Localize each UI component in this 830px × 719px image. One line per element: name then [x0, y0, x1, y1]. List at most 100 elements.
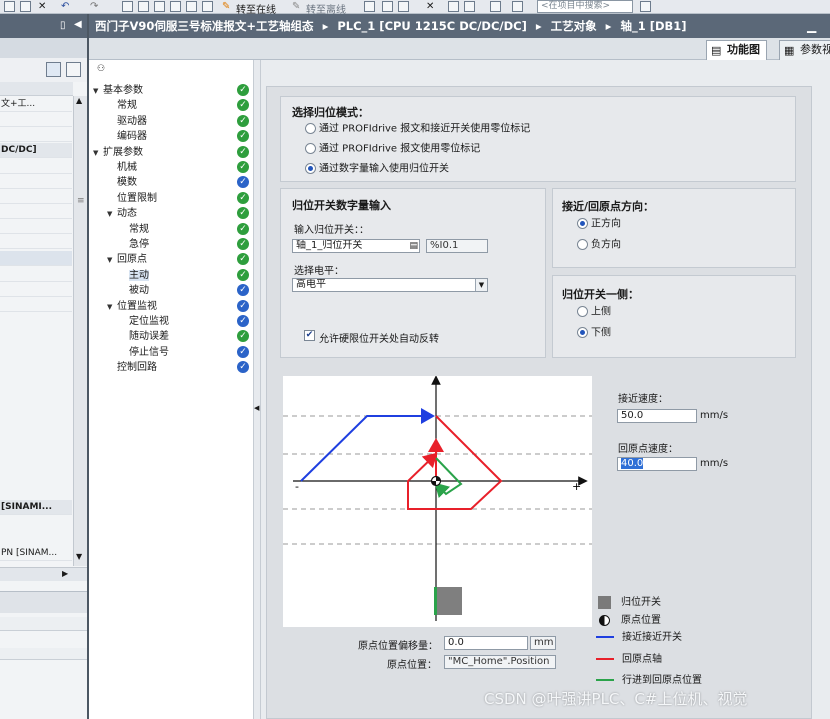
tree-row[interactable] [0, 234, 72, 249]
tree-row[interactable] [0, 267, 72, 282]
project-search-input[interactable]: <在项目中搜索> [537, 0, 633, 13]
tree-row[interactable] [0, 204, 72, 219]
nav-item[interactable]: ▼ 位置监视 ✓ [89, 299, 253, 314]
undo-icon[interactable]: ↶ [61, 1, 69, 12]
signal-level-select[interactable]: 高电平 ▼ [292, 278, 488, 292]
nav-item[interactable]: ▼ 基本参数 ✓ [89, 83, 253, 98]
nav-item[interactable]: 驱动器 ✓ [89, 114, 253, 129]
search-icon[interactable] [640, 1, 651, 12]
radio-button-selected[interactable] [305, 163, 316, 174]
tree-row[interactable]: PN [SINAM... [0, 546, 72, 561]
breadcrumb-plc[interactable]: PLC_1 [CPU 1215C DC/DC/DC] [337, 19, 526, 33]
home-switch-input-field[interactable]: 轴_1_归位开关 ▤ [292, 239, 420, 253]
radio-button-selected[interactable] [577, 218, 588, 229]
breadcrumb-project[interactable]: 西门子V90伺服三号标准报文+工艺轴组态 [95, 19, 314, 33]
tag-browse-icon[interactable]: ▤ [409, 240, 418, 252]
scroll-up-icon[interactable]: ▲ [76, 96, 82, 105]
nav-item[interactable]: 随动误差 ✓ [89, 329, 253, 344]
radio-button-selected[interactable] [577, 327, 588, 338]
splitter-arrow-icon[interactable]: ◀ [254, 404, 259, 412]
tab-function-view[interactable]: ▤ 功能图 [706, 40, 767, 60]
save-icon[interactable] [4, 1, 15, 12]
tree-row[interactable] [0, 282, 72, 297]
tree-row[interactable]: DC/DC] [0, 143, 72, 158]
chevron-down-icon[interactable]: ▼ [475, 279, 487, 291]
tree-row[interactable] [0, 127, 72, 142]
split-horizontal-icon[interactable] [448, 1, 459, 12]
chevron-down-icon[interactable]: ▼ [107, 300, 117, 315]
chevron-down-icon[interactable]: ▼ [93, 146, 103, 161]
project-tree-scrollbar[interactable]: ▲ ≡ ▼ [73, 96, 87, 566]
homing-mode-option-3[interactable]: 通过数字量输入使用归位开关 [305, 163, 449, 176]
nav-item[interactable]: 被动 ✓ [89, 283, 253, 298]
simulate-icon[interactable] [202, 1, 213, 12]
tree-row[interactable] [0, 174, 72, 189]
close-icon[interactable]: ✕ [426, 1, 434, 12]
tree-row[interactable] [0, 219, 72, 234]
paste-icon[interactable] [138, 1, 149, 12]
minimize-icon[interactable]: ▁ [807, 14, 816, 38]
radio-button[interactable] [577, 306, 588, 317]
nav-item[interactable]: 定位监视 ✓ [89, 314, 253, 329]
radio-button[interactable] [577, 239, 588, 250]
chevron-down-icon[interactable]: ▼ [107, 207, 117, 222]
redo-icon[interactable]: ↷ [90, 1, 98, 12]
tree-row[interactable]: 文+工... [0, 97, 72, 112]
nav-item[interactable]: 编码器 ✓ [89, 129, 253, 144]
approach-velocity-input[interactable]: 50.0 [617, 409, 697, 423]
nav-item[interactable]: 机械 ✓ [89, 160, 253, 175]
direction-positive-option[interactable]: 正方向 [577, 218, 621, 231]
homing-mode-option-2[interactable]: 通过 PROFIdrive 报文使用零位标记 [305, 143, 480, 156]
radio-button[interactable] [305, 123, 316, 134]
delete-icon[interactable]: ✕ [38, 1, 46, 12]
stop-cpu-icon[interactable] [398, 1, 409, 12]
copy-icon[interactable] [122, 1, 133, 12]
auto-reverse-checkbox[interactable]: ✔ [304, 330, 315, 341]
nav-item[interactable]: 常规 ✓ [89, 98, 253, 113]
nav-item[interactable]: 模数 ✓ [89, 175, 253, 190]
homing-mode-option-1[interactable]: 通过 PROFIdrive 报文和接近开关使用零位标记 [305, 123, 530, 136]
chevron-down-icon[interactable]: ▼ [93, 84, 103, 99]
tree-row-selected[interactable] [0, 251, 72, 266]
pane-pin-icon[interactable]: ▯ [60, 20, 70, 32]
tab-parameter-view[interactable]: ▦ 参数视 [779, 40, 830, 60]
homing-velocity-input[interactable]: 40.0 [617, 457, 697, 471]
nav-item[interactable]: 控制回路 ✓ [89, 360, 253, 375]
nav-item[interactable]: 主动 ✓ [89, 268, 253, 283]
layout-icon[interactable] [512, 1, 523, 12]
radio-button[interactable] [305, 143, 316, 154]
tree-grid-icon[interactable] [66, 62, 81, 77]
tree-row[interactable]: [SINAMI... [0, 500, 72, 515]
nav-item[interactable]: 停止信号 ✓ [89, 345, 253, 360]
tree-row[interactable] [0, 112, 72, 127]
switch-side-upper-option[interactable]: 上侧 [577, 306, 611, 319]
horizontal-scrollbar[interactable]: ▶ [0, 567, 87, 581]
download-icon[interactable] [170, 1, 181, 12]
tree-view-icon[interactable] [46, 62, 61, 77]
home-offset-input[interactable]: 0.0 [444, 636, 528, 650]
breadcrumb-technology-objects[interactable]: 工艺对象 [551, 19, 597, 33]
tree-row[interactable] [0, 297, 72, 312]
direction-negative-option[interactable]: 负方向 [577, 239, 621, 252]
start-cpu-icon[interactable] [382, 1, 393, 12]
nav-item[interactable]: 位置限制 ✓ [89, 191, 253, 206]
nav-item[interactable]: ▼ 回原点 ✓ [89, 252, 253, 267]
accessible-devices-icon[interactable] [364, 1, 375, 12]
upload-icon[interactable] [186, 1, 197, 12]
print-icon[interactable] [20, 1, 31, 12]
breadcrumb-axis[interactable]: 轴_1 [DB1] [620, 19, 686, 33]
tree-row[interactable] [0, 159, 72, 174]
scroll-down-icon[interactable]: ▼ [76, 552, 82, 561]
go-offline-icon[interactable]: ✎ [292, 1, 300, 12]
nav-item[interactable]: 常规 ✓ [89, 222, 253, 237]
switch-side-lower-option[interactable]: 下侧 [577, 327, 611, 340]
nav-item[interactable]: ▼ 扩展参数 ✓ [89, 145, 253, 160]
nav-toolbar-icon[interactable]: ⚇ [97, 64, 105, 74]
tree-row[interactable] [0, 189, 72, 204]
scroll-grip-icon[interactable]: ≡ [77, 196, 85, 206]
split-vertical-icon[interactable] [464, 1, 475, 12]
collapse-pane-icon[interactable]: ◀ [74, 19, 82, 30]
nav-item[interactable]: ▼ 动态 ✓ [89, 206, 253, 221]
nav-splitter[interactable]: ◀ [253, 60, 261, 719]
nav-item[interactable]: 急停 ✓ [89, 237, 253, 252]
